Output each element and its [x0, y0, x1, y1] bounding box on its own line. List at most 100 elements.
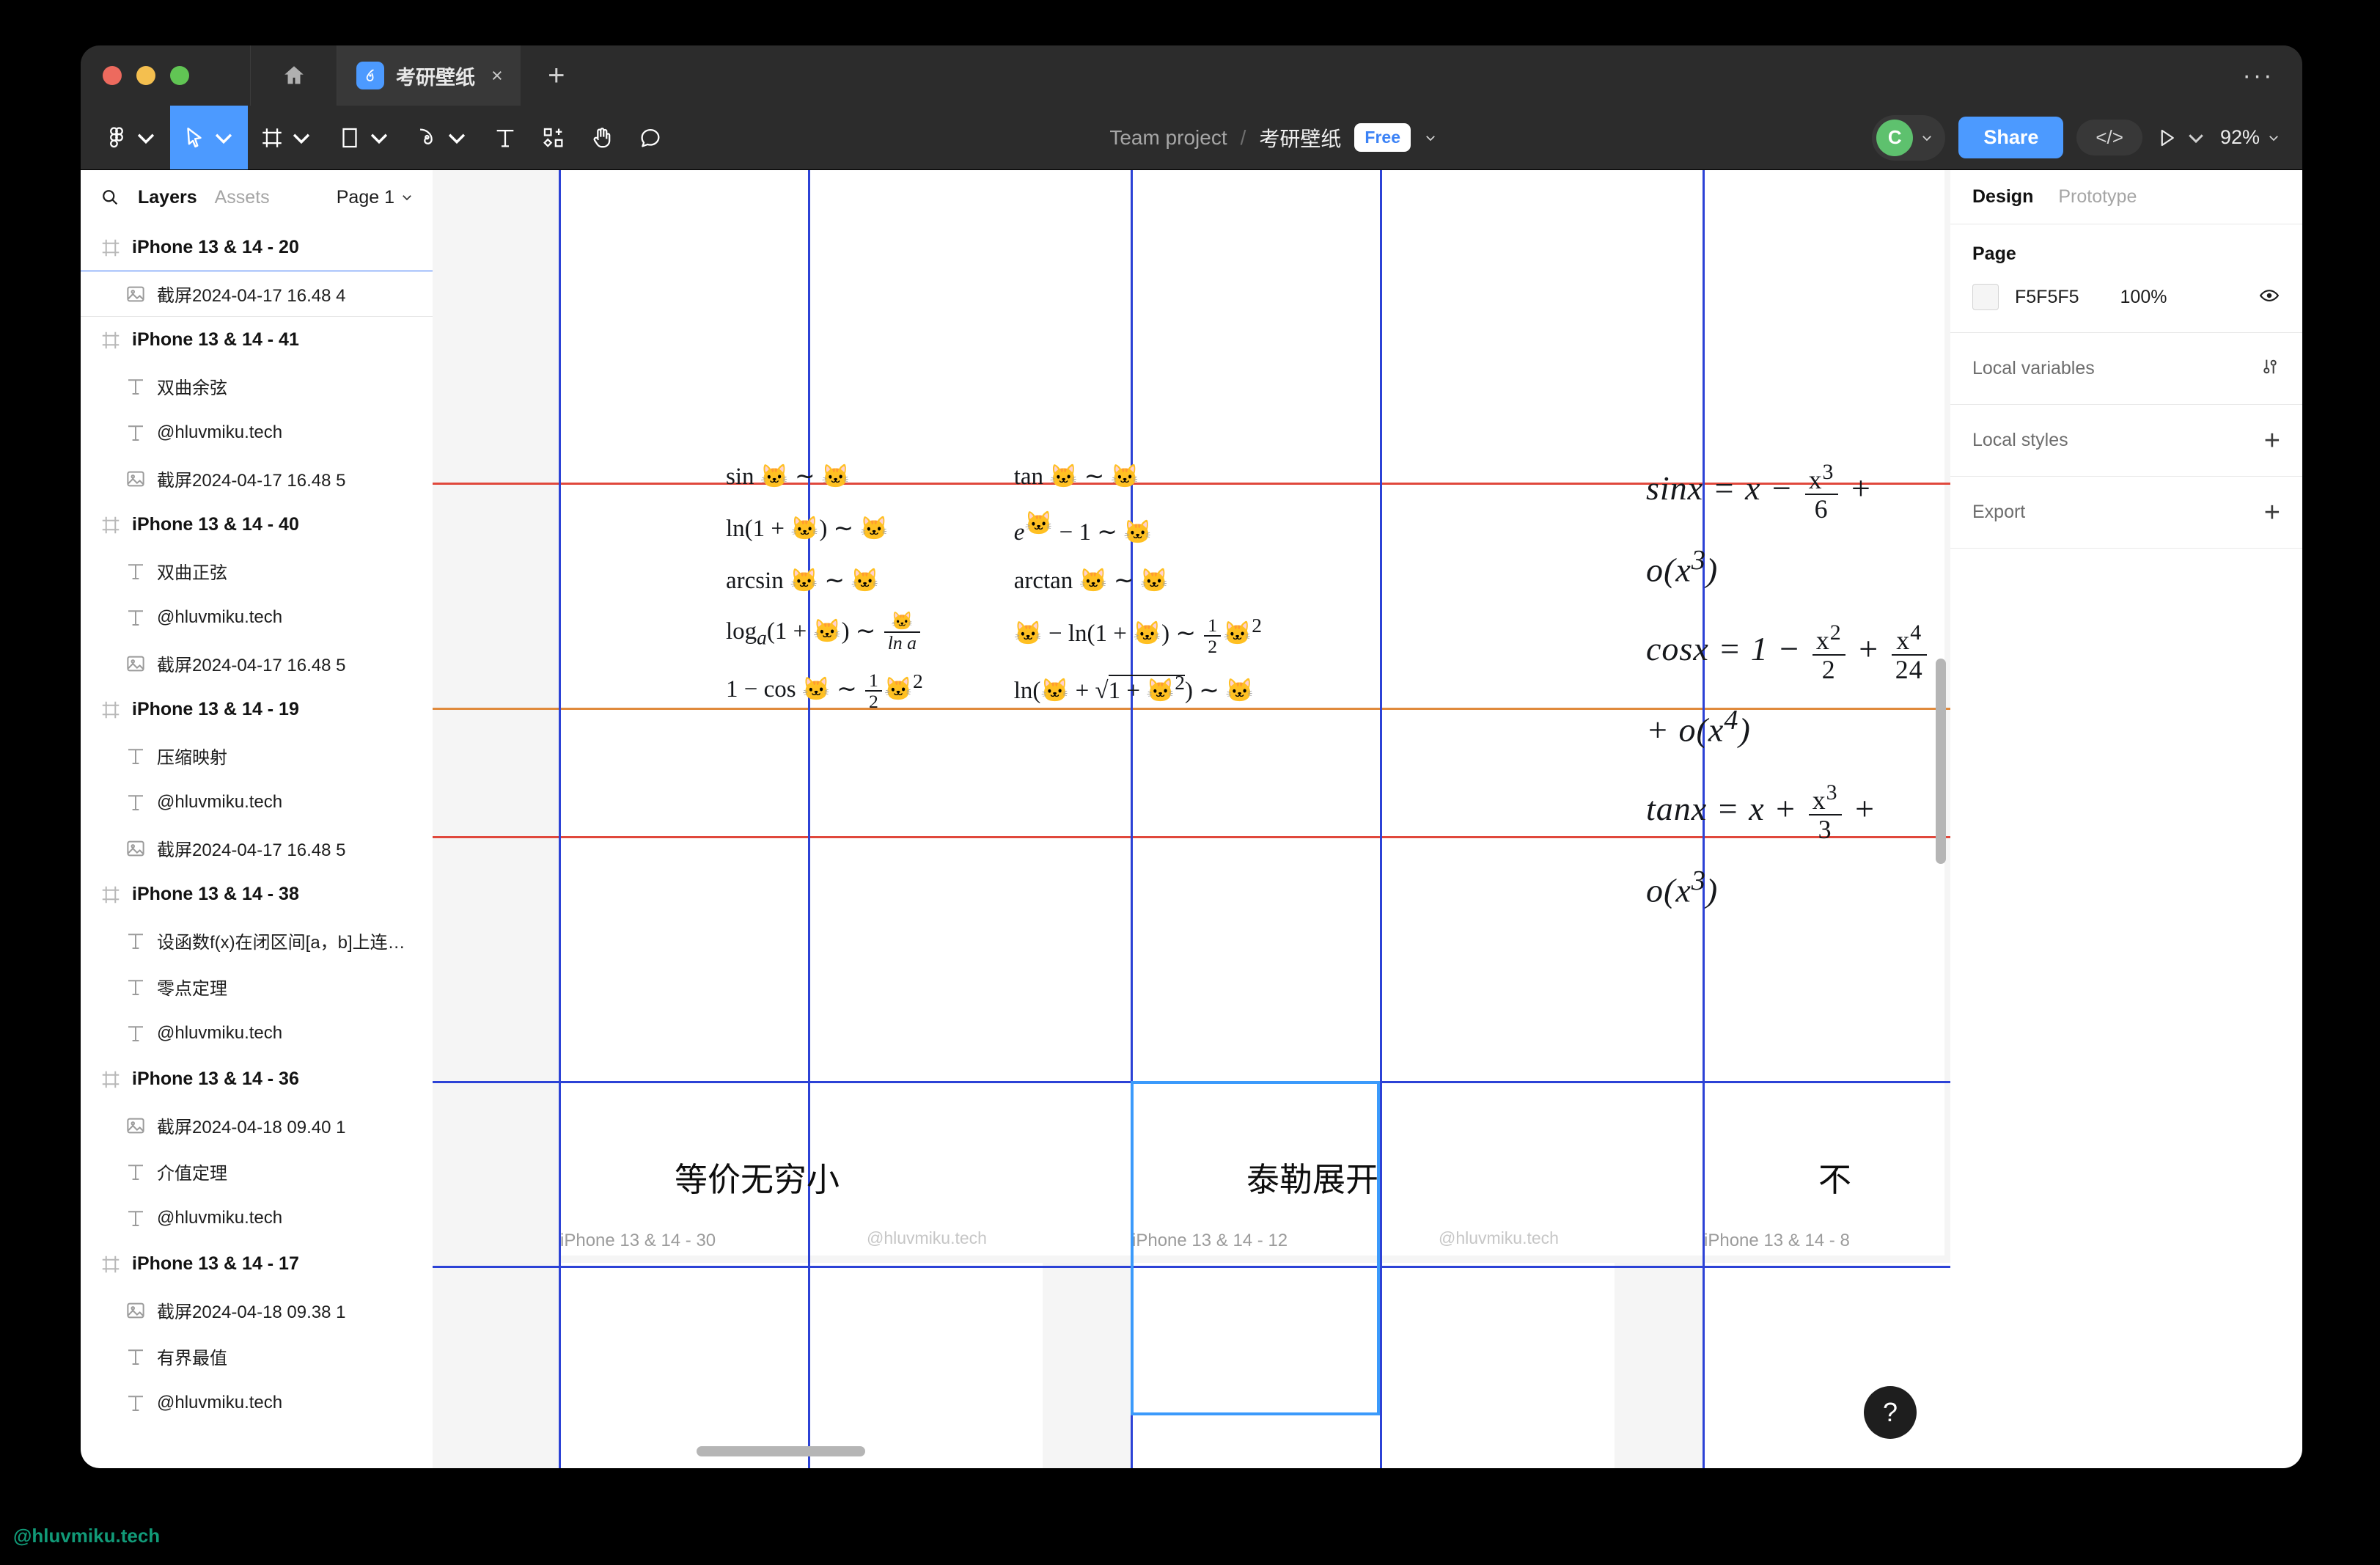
breadcrumb-project[interactable]: Team project	[1109, 126, 1227, 150]
help-button[interactable]: ?	[1864, 1386, 1917, 1439]
page-section-title: Page	[1972, 243, 2016, 264]
layer-row[interactable]: @hluvmiku.tech	[81, 594, 433, 640]
close-icon[interactable]: ×	[491, 65, 503, 86]
open-variables-button[interactable]	[2260, 356, 2280, 381]
text-icon	[125, 745, 147, 767]
add-style-button[interactable]: +	[2264, 427, 2280, 455]
tab-layers[interactable]: Layers	[138, 187, 197, 208]
layer-row[interactable]: 双曲余弦	[81, 363, 433, 409]
frame-icon	[100, 329, 122, 351]
layer-row[interactable]: @hluvmiku.tech	[81, 1010, 433, 1056]
main-menu-button[interactable]	[92, 106, 170, 169]
layer-row-frame[interactable]: iPhone 13 & 14 - 36	[81, 1056, 433, 1102]
layer-row-frame[interactable]: iPhone 13 & 14 - 20	[81, 224, 433, 271]
layer-row[interactable]: 截屏2024-04-18 09.38 1	[81, 1287, 433, 1333]
canvas-horizontal-scrollbar[interactable]	[697, 1446, 865, 1456]
tab-assets[interactable]: Assets	[215, 187, 270, 208]
workspace: Layers Assets Page 1 iPhone 13 & 14 - 20…	[81, 170, 2302, 1468]
text-icon	[125, 1207, 147, 1229]
formula-line: 🐱 − ln(1 + 🐱) ∼ 1 2 🐱2	[1013, 614, 1262, 657]
comment-tool-button[interactable]	[626, 106, 675, 169]
layers-list[interactable]: iPhone 13 & 14 - 20 截屏2024-04-17 16.48 4 i…	[81, 224, 433, 1468]
present-button[interactable]	[2156, 127, 2207, 149]
zoom-control[interactable]: 92%	[2220, 126, 2280, 149]
maximize-window-button[interactable]	[170, 66, 189, 85]
layer-row[interactable]: 双曲正弦	[81, 548, 433, 594]
add-export-button[interactable]: +	[2264, 499, 2280, 527]
layer-label: @hluvmiku.tech	[157, 1392, 283, 1412]
frame-thumbnail[interactable]: iPhone 13 & 14 - 8	[1703, 1231, 1950, 1468]
selection-rectangle[interactable]	[1131, 1081, 1380, 1415]
layer-row[interactable]: 截屏2024-04-17 16.48 5	[81, 825, 433, 871]
pen-icon	[420, 128, 433, 144]
vertical-guide[interactable]	[559, 170, 561, 1468]
layer-label: 设函数f(x)在闭区间[a，b]上连…	[157, 933, 405, 953]
tab-prototype[interactable]: Prototype	[2058, 186, 2137, 208]
share-button[interactable]: Share	[1958, 117, 2064, 158]
design-canvas[interactable]: iPhone 13 & 14 - 30 iPhone 13 & 14 - 12 …	[433, 170, 1950, 1468]
layer-row[interactable]: @hluvmiku.tech	[81, 409, 433, 455]
shape-tool-button[interactable]	[326, 106, 403, 169]
text-tool-button[interactable]	[481, 106, 529, 169]
image-icon	[125, 838, 147, 860]
local-variables-section[interactable]: Local variables	[1950, 333, 2302, 405]
variables-icon	[2263, 359, 2277, 374]
minimize-window-button[interactable]	[136, 66, 155, 85]
new-tab-button[interactable]: +	[521, 45, 592, 106]
frame-tool-button[interactable]	[248, 106, 326, 169]
pen-tool-button[interactable]	[403, 106, 481, 169]
move-tool-button[interactable]	[170, 106, 248, 169]
dev-mode-toggle[interactable]: </>	[2076, 120, 2142, 155]
formula-line: loga(1 + 🐱) ∼ 🐱 ln a	[726, 609, 923, 665]
layer-row[interactable]: 截屏2024-04-17 16.48 5	[81, 640, 433, 686]
layer-row-frame[interactable]: iPhone 13 & 14 - 38	[81, 871, 433, 917]
layer-label: @hluvmiku.tech	[157, 422, 283, 442]
actions-tool-button[interactable]	[529, 106, 578, 169]
avatar-group[interactable]: C	[1872, 114, 1946, 161]
canvas-vertical-scrollbar[interactable]	[1936, 659, 1946, 864]
layer-label: iPhone 13 & 14 - 36	[132, 1069, 299, 1089]
close-window-button[interactable]	[103, 66, 122, 85]
layer-label: iPhone 13 & 14 - 17	[132, 1253, 299, 1274]
layer-row[interactable]: @hluvmiku.tech	[81, 779, 433, 825]
layer-row[interactable]: 截屏2024-04-17 16.48 5	[81, 455, 433, 502]
breadcrumb-file[interactable]: 考研壁纸	[1259, 123, 1341, 153]
layer-row[interactable]: 压缩映射	[81, 733, 433, 779]
text-icon	[125, 606, 147, 628]
export-section[interactable]: Export +	[1950, 477, 2302, 549]
layer-row-frame[interactable]: iPhone 13 & 14 - 17	[81, 1241, 433, 1287]
page-color-swatch[interactable]	[1972, 284, 1999, 310]
layer-label: 截屏2024-04-17 16.48 5	[157, 840, 346, 860]
layer-row[interactable]: 设函数f(x)在闭区间[a，b]上连…	[81, 917, 433, 964]
frame-thumbnail[interactable]: iPhone 13 & 14 - 30	[559, 1231, 1043, 1468]
layer-row-frame[interactable]: iPhone 13 & 14 - 19	[81, 686, 433, 733]
layer-row[interactable]: 截屏2024-04-17 16.48 4	[81, 271, 433, 317]
home-button[interactable]	[251, 45, 337, 106]
text-icon	[125, 560, 147, 582]
layer-row[interactable]: 截屏2024-04-18 09.40 1	[81, 1102, 433, 1148]
file-tab[interactable]: 考研壁纸 ×	[337, 45, 521, 106]
layer-row-frame[interactable]: iPhone 13 & 14 - 40	[81, 502, 433, 548]
layer-row[interactable]: 介值定理	[81, 1148, 433, 1195]
tab-design[interactable]: Design	[1972, 186, 2033, 208]
text-icon	[125, 1346, 147, 1368]
layer-label: 介值定理	[157, 1164, 227, 1184]
page-fill-hex[interactable]: F5F5F5	[2015, 287, 2079, 308]
layer-row[interactable]: @hluvmiku.tech	[81, 1379, 433, 1426]
vertical-guide[interactable]	[1380, 170, 1382, 1468]
layer-row-frame[interactable]: iPhone 13 & 14 - 41	[81, 317, 433, 363]
page-fill-opacity[interactable]: 100%	[2120, 287, 2167, 308]
hand-tool-button[interactable]	[578, 106, 626, 169]
local-styles-section[interactable]: Local styles +	[1950, 405, 2302, 477]
page-selector[interactable]: Page 1	[337, 187, 414, 208]
chevron-down-icon[interactable]	[1424, 131, 1437, 144]
canvas-title: 泰勒展开	[1246, 1161, 1379, 1198]
layer-label: iPhone 13 & 14 - 19	[132, 699, 299, 719]
vertical-guide[interactable]	[808, 170, 810, 1468]
layer-row[interactable]: 零点定理	[81, 964, 433, 1010]
overflow-menu-icon[interactable]: ···	[2214, 45, 2302, 106]
search-button[interactable]	[100, 187, 120, 208]
layer-row[interactable]: 有界最值	[81, 1333, 433, 1379]
visibility-toggle[interactable]	[2258, 285, 2280, 310]
layer-row[interactable]: @hluvmiku.tech	[81, 1195, 433, 1241]
